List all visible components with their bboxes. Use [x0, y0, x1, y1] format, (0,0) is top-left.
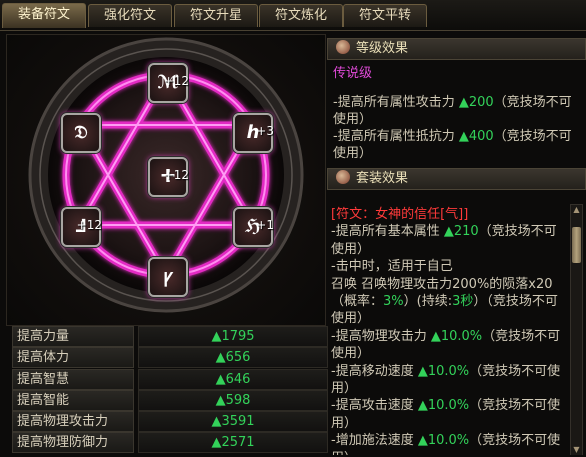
stat-value: ▲1795: [138, 326, 328, 347]
set-name: [符文：女神的信任[气]]: [331, 207, 469, 222]
effects-panel: 等级效果 传说级 -提高所有属性攻击力 ▲200（竞技场不可使用） -提高所有属…: [327, 36, 586, 455]
level-effect-header: 等级效果: [327, 38, 586, 60]
rune-circle-panel: ℳ +12 ℎ +3 ℌ +1 ꝩ ⅃ +12 𝔇 ⵜ +12: [6, 34, 326, 326]
scroll-down-icon[interactable]: ▼: [571, 445, 582, 455]
set-line: -击中时，适用于自己: [331, 259, 453, 275]
stat-label: 提高智能: [12, 389, 134, 411]
stat-label: 提高物理防御力: [12, 432, 134, 454]
rune-slot-bottom[interactable]: ꝩ: [148, 257, 188, 297]
tab-equip-rune[interactable]: 装备符文: [2, 3, 86, 28]
tab-bar: 装备符文 强化符文 符文升星 符文炼化 符文平转: [0, 0, 586, 31]
stat-row: 提高智慧 ▲646: [12, 368, 328, 390]
rune-slot-bottom-right[interactable]: ℌ +1: [233, 207, 274, 247]
bonus-text: -提高所有属性抵抗力: [333, 129, 459, 144]
set-line: -提高物理攻击力 ▲10.0%（竞技场不可使用）: [331, 328, 561, 362]
stat-row: 提高智能 ▲598: [12, 389, 328, 411]
stat-label: 提高力量: [12, 326, 134, 347]
set-effect-body: [符文：女神的信任[气]] -提高所有基本属性 ▲210（竞技场不可使用） -击…: [327, 196, 584, 455]
stat-label: 提高物理攻击力: [12, 411, 134, 433]
set-effect-title: 套装效果: [356, 171, 409, 186]
rune-slot-top-right[interactable]: ℎ +3: [233, 113, 274, 153]
rune-slot-top-left[interactable]: 𝔇: [61, 113, 101, 153]
rune-slot-bottom-left[interactable]: ⅃ +12: [61, 207, 102, 247]
scroll-thumb[interactable]: [572, 227, 581, 263]
rune-glyph-icon: ꝩ: [163, 266, 173, 287]
bonus-text: -提高所有属性攻击力: [333, 95, 459, 110]
tab-rune-refine[interactable]: 符文炼化: [259, 4, 343, 27]
stat-value: ▲646: [138, 368, 328, 390]
rune-slot-top[interactable]: ℳ +12: [148, 63, 189, 103]
scroll-up-icon[interactable]: ▲: [571, 205, 582, 215]
rune-level: +12: [163, 168, 189, 182]
set-line: -提高移动速度 ▲10.0%（竞技场不可使用）: [331, 363, 561, 397]
level-bonus-line: -提高所有属性攻击力 ▲200（竞技场不可使用）: [333, 94, 577, 128]
set-effect-text: [符文：女神的信任[气]] -提高所有基本属性 ▲210（竞技场不可使用） -击…: [331, 206, 565, 455]
set-effect-scrollbar[interactable]: ▲ ▼: [570, 204, 583, 455]
tab-rune-star-up[interactable]: 符文升星: [174, 4, 258, 27]
level-effect-title: 等级效果: [356, 41, 409, 56]
stat-row: 提高物理攻击力 ▲3591: [12, 411, 328, 433]
tab-enhance-rune[interactable]: 强化符文: [88, 4, 172, 27]
rune-level: +12: [76, 218, 102, 232]
rune-glyph-icon: 𝔇: [74, 122, 88, 143]
tier-label: 传说级: [333, 66, 373, 81]
stat-list: 提高力量 ▲1795 提高体力 ▲656 提高智慧 ▲646 提高智能 ▲598…: [12, 326, 328, 454]
stat-label: 提高智慧: [12, 368, 134, 390]
rune-level: +3: [256, 124, 274, 138]
effect-orb-icon: [336, 170, 350, 184]
set-line: -提高所有基本属性 ▲210（竞技场不可使用）: [331, 224, 557, 257]
stat-row: 提高力量 ▲1795: [12, 326, 328, 347]
stat-label: 提高体力: [12, 347, 134, 369]
set-line: -提高攻击速度 ▲10.0%（竞技场不可使用）: [331, 398, 561, 431]
stat-value: ▲2571: [138, 432, 328, 454]
bonus-value: ▲400: [458, 129, 494, 144]
tab-rune-transfer[interactable]: 符文平转: [343, 4, 427, 27]
effect-orb-icon: [336, 40, 350, 54]
stat-row: 提高体力 ▲656: [12, 347, 328, 369]
level-bonus-line: -提高所有属性抵抗力 ▲400（竞技场不可使用）: [333, 128, 577, 162]
rune-level: +1: [256, 218, 274, 232]
set-line: -增加施法速度 ▲10.0%（竞技场不可使用）: [331, 433, 561, 455]
stat-value: ▲3591: [138, 411, 328, 433]
rune-slot-center[interactable]: ⵜ +12: [148, 157, 189, 197]
stat-row: 提高物理防御力 ▲2571: [12, 432, 328, 454]
set-effect-header: 套装效果: [327, 168, 586, 190]
stat-value: ▲656: [138, 347, 328, 369]
set-line: 召唤 召唤物理攻击力200%的陨落x20（概率：3%）(持续:3秒）（竞技场不可…: [331, 276, 558, 327]
stat-value: ▲598: [138, 389, 328, 411]
rune-level: +12: [163, 74, 189, 88]
bonus-value: ▲200: [458, 95, 494, 110]
